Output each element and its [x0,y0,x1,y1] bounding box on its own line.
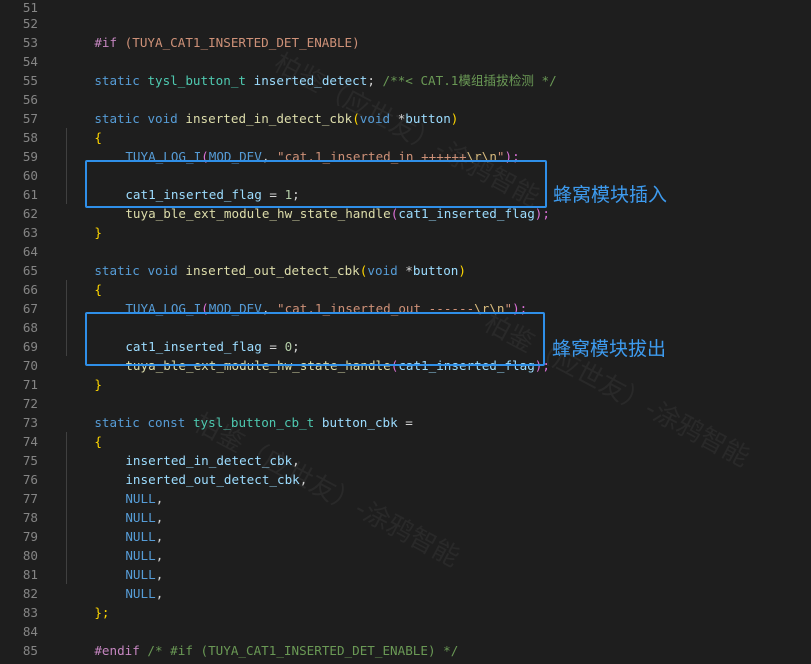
parameter-name: button [412,263,459,278]
code-line[interactable]: static const tysl_button_cb_t button_cbk… [64,394,413,430]
line-number: 73 [22,415,38,430]
line-number: 68 [22,320,38,335]
argument: cat1_inserted_flag [398,206,535,221]
function-name: inserted_in_detect_cbk [185,111,353,126]
bracket: ) [458,263,466,278]
code-line[interactable]: { [64,413,102,449]
code-line[interactable]: static void inserted_in_detect_cbk(void … [64,90,458,126]
annotation-remove: 蜂窝模块拔出 [552,338,667,360]
brace: } [94,225,102,240]
line-number: 78 [22,510,38,525]
bracket: ); [534,206,550,221]
line-number: 64 [22,244,38,259]
line-number: 85 [22,643,38,658]
line-number: 79 [22,529,38,544]
line-number: 74 [22,434,38,449]
code-line[interactable]: inserted_out_detect_cbk, [95,451,307,487]
annotation-insert: 蜂窝模块插入 [553,184,668,206]
line-number: 75 [22,453,38,468]
code-line[interactable]: static tysl_button_t inserted_detect; /*… [64,52,556,88]
operator: = [397,415,413,430]
line-number: 53 [22,35,38,50]
code-line[interactable]: }; [64,584,109,620]
line-number: 63 [22,225,38,240]
code-line[interactable]: { [64,261,102,297]
line-number: 65 [22,263,38,278]
variable-name: inserted_detect [253,73,368,88]
keyword: void [359,111,391,126]
line-number: 66 [22,282,38,297]
line-number: 84 [22,624,38,639]
code-line[interactable]: NULL, [95,565,163,601]
bracket: ( [352,111,360,126]
code-line[interactable]: NULL, [95,508,163,544]
code-editor[interactable]: 柏鉴（应世友）-涂鸦智能 柏鉴（应世友）-涂鸦智能 柏鉴（应世友）-涂鸦智能 5… [0,0,811,664]
null-literal: NULL [125,586,156,601]
line-number: 82 [22,586,38,601]
line-number: 57 [22,111,38,126]
preprocessor-directive: #if [94,35,118,50]
type-name: tysl_button_t [147,73,247,88]
code-comment: /* #if (TUYA_CAT1_INSERTED_DET_ENABLE) *… [139,643,459,658]
code-line[interactable]: TUYA_LOG_I(MOD_DEV, "cat.1_inserted_in +… [95,128,519,164]
preprocessor-directive: #endif [94,643,140,658]
code-line[interactable]: NULL, [95,527,163,563]
variable-name: button_cbk [321,415,398,430]
line-number: 58 [22,130,38,145]
function-name: inserted_out_detect_cbk [185,263,360,278]
code-line[interactable]: NULL, [95,546,163,582]
line-number: 81 [22,567,38,582]
line-number: 76 [22,472,38,487]
keyword: void [147,111,178,126]
highlight-box-insert [85,160,547,208]
code-line[interactable]: static void inserted_out_detect_cbk(void… [64,242,466,278]
line-number: 77 [22,491,38,506]
punctuation: ; [367,73,375,88]
line-number: 69 [22,339,38,354]
brace: }; [94,605,110,620]
code-line[interactable]: inserted_in_detect_cbk, [95,432,299,468]
keyword: const [147,415,186,430]
code-line[interactable]: TUYA_LOG_I(MOD_DEV, "cat.1_inserted_out … [95,280,527,316]
code-line[interactable]: { [64,109,102,145]
line-number: 55 [22,73,38,88]
bracket: ) [450,111,459,126]
line-number: 54 [22,54,38,69]
code-line[interactable]: NULL, [95,470,163,506]
line-number: 70 [22,358,38,373]
operator: * [390,111,406,126]
line-number: 80 [22,548,38,563]
line-number: 60 [22,168,38,183]
line-number: 71 [22,377,38,392]
function-call: tuya_ble_ext_module_hw_state_handle [125,206,391,221]
code-comment: /**< CAT.1模组插拔检测 */ [382,73,557,88]
parameter-name: button [405,111,451,126]
line-number: 52 [22,16,38,31]
type-name: tysl_button_cb_t [192,415,315,430]
highlight-box-remove [85,312,545,366]
line-number: 59 [22,149,38,164]
code-line[interactable]: NULL, [95,489,163,525]
line-number: 61 [22,187,38,202]
keyword: static [94,73,140,88]
punctuation: , [299,472,308,487]
keyword: void [147,263,178,278]
code-line[interactable]: #if (TUYA_CAT1_INSERTED_DET_ENABLE) [64,14,359,50]
keyword: void [367,263,398,278]
brace: } [94,377,102,392]
punctuation: , [155,586,164,601]
code-line[interactable]: #endif /* #if (TUYA_CAT1_INSERTED_DET_EN… [64,622,458,658]
line-number: 62 [22,206,38,221]
preprocessor-condition: (TUYA_CAT1_INSERTED_DET_ENABLE) [117,35,360,50]
line-number: 72 [22,396,38,411]
line-number: 56 [22,92,38,107]
line-number: 67 [22,301,38,316]
operator: * [397,263,413,278]
line-number: 83 [22,605,38,620]
line-number-gutter: 51 52 53 54 55 56 57 58 59 60 61 62 63 6… [0,0,46,664]
